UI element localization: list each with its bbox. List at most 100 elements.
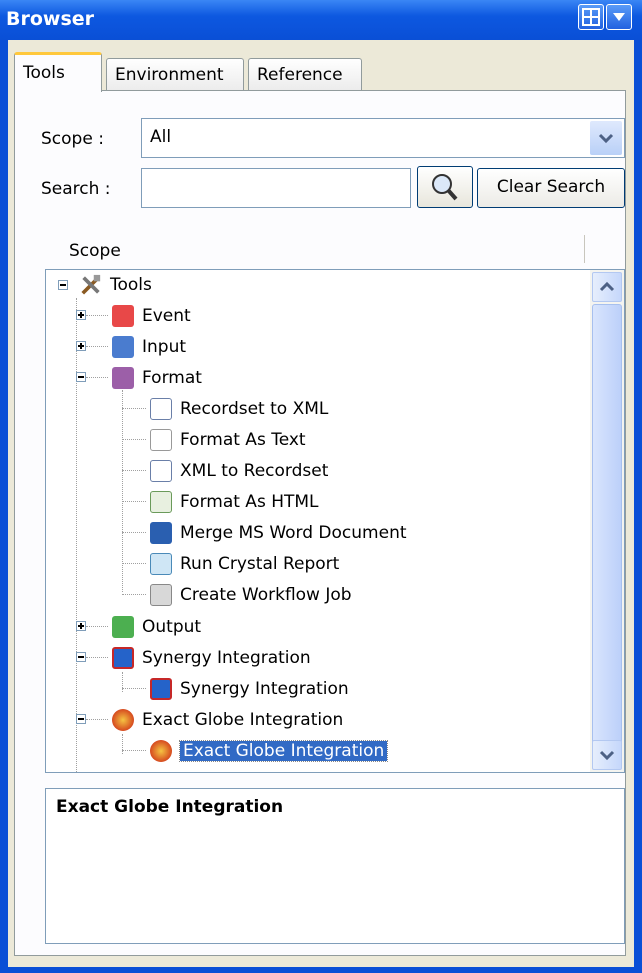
column-header-label: Scope (69, 241, 121, 261)
format-icon (112, 367, 134, 389)
tree-node-label: Format As HTML (180, 492, 319, 512)
scroll-thumb[interactable] (592, 304, 622, 744)
tools-panel: Scope : All Search : Clear Search Scope (14, 90, 626, 956)
tree-node-output[interactable]: Output (112, 612, 201, 642)
tree-node-merge-ms-word-document[interactable]: Merge MS Word Document (150, 518, 407, 548)
tree-guide-line (76, 298, 77, 772)
tool-tree[interactable]: Tools Event Input Format Recordset to XM… (45, 269, 625, 773)
tree-node-label: Format (142, 368, 202, 388)
tree-node-create-workflow-job[interactable]: Create Workflow Job (150, 580, 352, 610)
tree-node-label: Format As Text (180, 430, 306, 450)
synergy-icon (150, 678, 172, 700)
event-icon (112, 305, 134, 327)
tree-node-run-crystal-report[interactable]: Run Crystal Report (150, 549, 339, 579)
tree-node-label: Synergy Integration (180, 679, 349, 699)
collapse-toggle[interactable] (58, 280, 68, 290)
search-label: Search : (41, 179, 111, 199)
tree-node-exact-globe-integration[interactable]: Exact Globe Integration (112, 705, 343, 735)
search-icon (432, 174, 458, 201)
tree-node-label: Create Workflow Job (180, 585, 352, 605)
tree-node-xml-to-recordset[interactable]: XML to Recordset (150, 456, 328, 486)
scroll-down-button[interactable] (592, 740, 622, 770)
globe-icon (150, 740, 172, 762)
tree-guide-line (122, 390, 123, 592)
title-bar[interactable]: Browser (0, 0, 642, 40)
tree-node-tools[interactable]: Tools (80, 270, 152, 300)
synergy-icon (112, 647, 134, 669)
format-as-text-icon (150, 429, 172, 451)
tree-branch-line (86, 719, 108, 720)
tree-guide-line (122, 672, 123, 692)
tree-node-label: Recordset to XML (180, 399, 329, 419)
tree-node-label: Input (142, 337, 187, 357)
collapse-toggle[interactable] (76, 714, 86, 724)
tree-node-format-as-text[interactable]: Format As Text (150, 425, 306, 455)
tree-branch-line (122, 408, 146, 409)
tree-node-event[interactable]: Event (112, 301, 191, 331)
expand-toggle[interactable] (76, 621, 86, 631)
tree-node-exact-globe-integration-tool[interactable]: Exact Globe Integration (150, 736, 389, 766)
tree-node-recordset-to-xml[interactable]: Recordset to XML (150, 394, 328, 424)
dock-button[interactable] (578, 4, 604, 30)
window-title: Browser (6, 8, 95, 30)
description-pane: Exact Globe Integration (45, 788, 625, 944)
tree-branch-line (122, 439, 146, 440)
tree-node-synergy-integration[interactable]: Synergy Integration (112, 643, 311, 673)
tree-node-label-selected: Exact Globe Integration (178, 740, 389, 762)
output-icon (112, 616, 134, 638)
tab-reference[interactable]: Reference (248, 58, 362, 90)
tree-node-input[interactable]: Input (112, 332, 186, 362)
tree-node-label: Synergy Integration (142, 648, 311, 668)
tree-branch-line (86, 657, 108, 658)
format-as-html-icon (150, 491, 172, 513)
dropdown-arrow-button[interactable] (590, 121, 622, 155)
tree-node-synergy-integration-tool[interactable]: Synergy Integration (150, 674, 349, 704)
browser-window: Browser Tools Environment Reference Scop… (0, 0, 642, 973)
word-document-icon (150, 522, 172, 544)
scroll-up-button[interactable] (592, 272, 622, 302)
dock-icon (582, 8, 600, 26)
tree-branch-line (122, 688, 146, 689)
collapse-toggle[interactable] (76, 372, 86, 382)
tree-branch-line (122, 501, 146, 502)
tree-branch-line (86, 626, 108, 627)
workflow-job-icon (150, 584, 172, 606)
expand-toggle[interactable] (76, 310, 86, 320)
collapse-toggle[interactable] (76, 652, 86, 662)
tree-node-format[interactable]: Format (112, 363, 202, 393)
input-icon (112, 336, 134, 358)
scope-label: Scope : (41, 129, 104, 149)
menu-dropdown-button[interactable] (606, 4, 632, 30)
tree-guide-line (122, 734, 123, 754)
scope-value: All (150, 127, 172, 147)
tree-node-label: Event (142, 306, 191, 326)
expand-toggle[interactable] (76, 341, 86, 351)
recordset-to-xml-icon (150, 398, 172, 420)
chevron-down-icon (598, 133, 614, 144)
tree-branch-line (122, 470, 146, 471)
tree-column-header[interactable]: Scope (45, 231, 585, 271)
tree-node-label: Exact Globe Integration (142, 710, 344, 730)
clear-search-button[interactable]: Clear Search (477, 168, 625, 208)
vertical-scrollbar[interactable] (590, 270, 624, 772)
globe-icon (112, 709, 134, 731)
tree-branch-line (86, 315, 108, 316)
chevron-up-icon (599, 281, 615, 292)
tree-branch-line (122, 750, 146, 751)
tree-node-label: Output (142, 617, 202, 637)
tree-node-format-as-html[interactable]: Format As HTML (150, 487, 319, 517)
tab-environment[interactable]: Environment (106, 58, 244, 90)
tab-tools[interactable]: Tools (14, 52, 102, 92)
tree-branch-line (86, 377, 108, 378)
search-button[interactable] (417, 166, 473, 208)
description-title: Exact Globe Integration (56, 797, 284, 817)
tree-branch-line (122, 532, 146, 533)
tree-branch-line (122, 563, 146, 564)
scope-select[interactable]: All (141, 118, 625, 158)
chevron-down-icon (599, 750, 615, 761)
tree-branch-line (86, 346, 108, 347)
search-input[interactable] (141, 168, 411, 208)
tree-branch-line (122, 594, 146, 595)
tree-node-label: Tools (110, 275, 152, 295)
column-separator (584, 235, 585, 263)
